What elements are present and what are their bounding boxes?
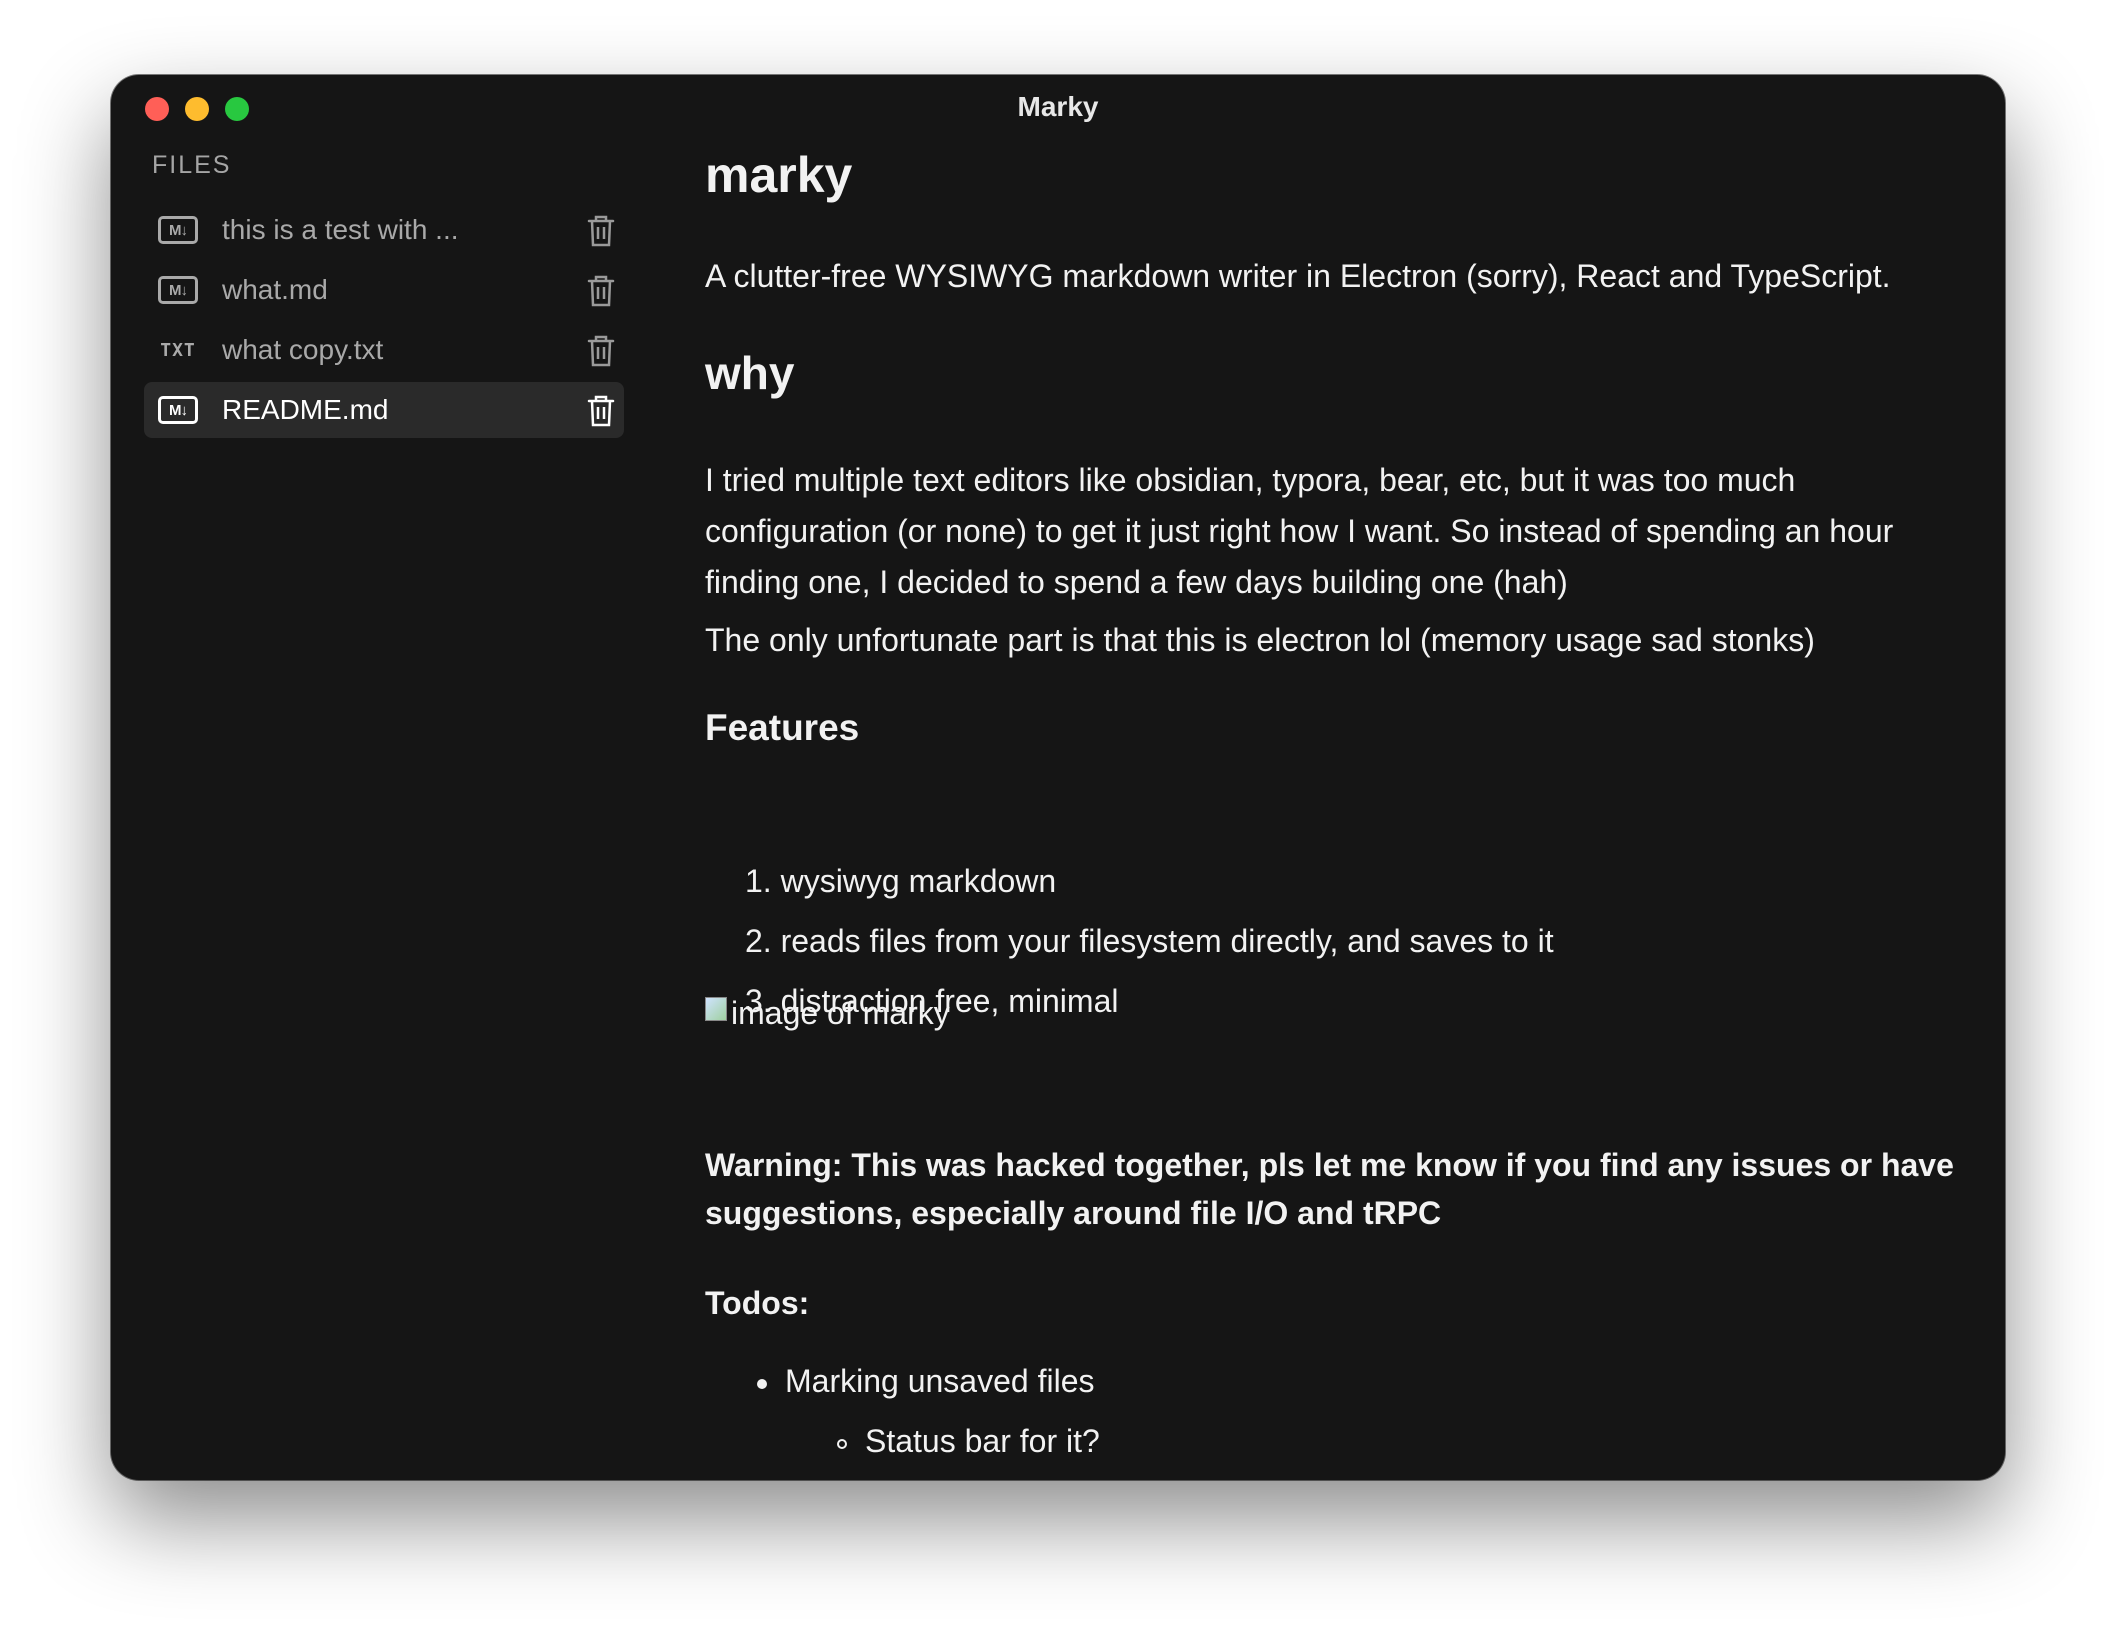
broken-image: image of marky: [705, 995, 950, 1032]
list-number: 1.: [745, 863, 772, 899]
file-item[interactable]: M↓ what.md: [144, 262, 624, 318]
list-number: 2.: [745, 923, 772, 959]
doc-title: marky: [705, 147, 853, 203]
list-item: 1. wysiwyg markdown: [745, 851, 1554, 911]
features-heading: Features: [705, 707, 860, 748]
broken-image-icon: [705, 996, 727, 1021]
list-text: Marking unsaved files: [785, 1363, 1095, 1399]
image-alt-text: image of marky: [731, 995, 950, 1031]
file-name: what.md: [222, 274, 328, 305]
file-name: README.md: [222, 394, 389, 425]
todos-heading: Todos:: [705, 1285, 810, 1321]
bullet-icon: [757, 1378, 767, 1389]
app-window: Marky FILES M↓ this is a test with ... M…: [111, 75, 2005, 1480]
sub-list-item: Status bar for it?: [757, 1411, 1100, 1471]
markdown-file-icon: M↓: [158, 396, 198, 424]
files-heading: FILES: [152, 151, 232, 179]
file-item[interactable]: TXT what copy.txt: [144, 322, 624, 378]
file-item-active[interactable]: M↓ README.md: [144, 382, 624, 438]
list-text: wysiwyg markdown: [780, 863, 1057, 899]
file-name: this is a test with ...: [222, 214, 459, 245]
warning-paragraph: Warning: This was hacked together, pls l…: [705, 1147, 1954, 1231]
trash-icon[interactable]: [586, 394, 616, 428]
trash-icon[interactable]: [586, 274, 616, 308]
list-text: reads files from your filesystem directl…: [780, 923, 1554, 959]
markdown-file-icon: M↓: [158, 276, 198, 304]
trash-icon[interactable]: [586, 334, 616, 368]
why-heading: why: [705, 347, 795, 399]
circle-bullet-icon: [837, 1438, 847, 1449]
markdown-file-icon: M↓: [158, 216, 198, 244]
trash-icon[interactable]: [586, 214, 616, 248]
list-item: 2. reads files from your filesystem dire…: [745, 911, 1554, 971]
why-paragraph-2: The only unfortunate part is that this i…: [705, 622, 1815, 658]
file-name: what copy.txt: [222, 334, 384, 365]
todos-list: Marking unsaved files Status bar for it?: [757, 1351, 1100, 1471]
text-file-icon: TXT: [160, 339, 196, 361]
file-list: M↓ this is a test with ... M↓ what.md TX…: [144, 202, 624, 442]
why-paragraph: I tried multiple text editors like obsid…: [705, 462, 1894, 600]
sidebar: FILES M↓ this is a test with ... M↓ what…: [111, 75, 636, 1480]
list-text: Status bar for it?: [865, 1423, 1100, 1459]
intro-paragraph: A clutter-free WYSIWYG markdown writer i…: [705, 258, 1891, 294]
list-item: Marking unsaved files: [757, 1351, 1100, 1411]
file-item[interactable]: M↓ this is a test with ...: [144, 202, 624, 258]
